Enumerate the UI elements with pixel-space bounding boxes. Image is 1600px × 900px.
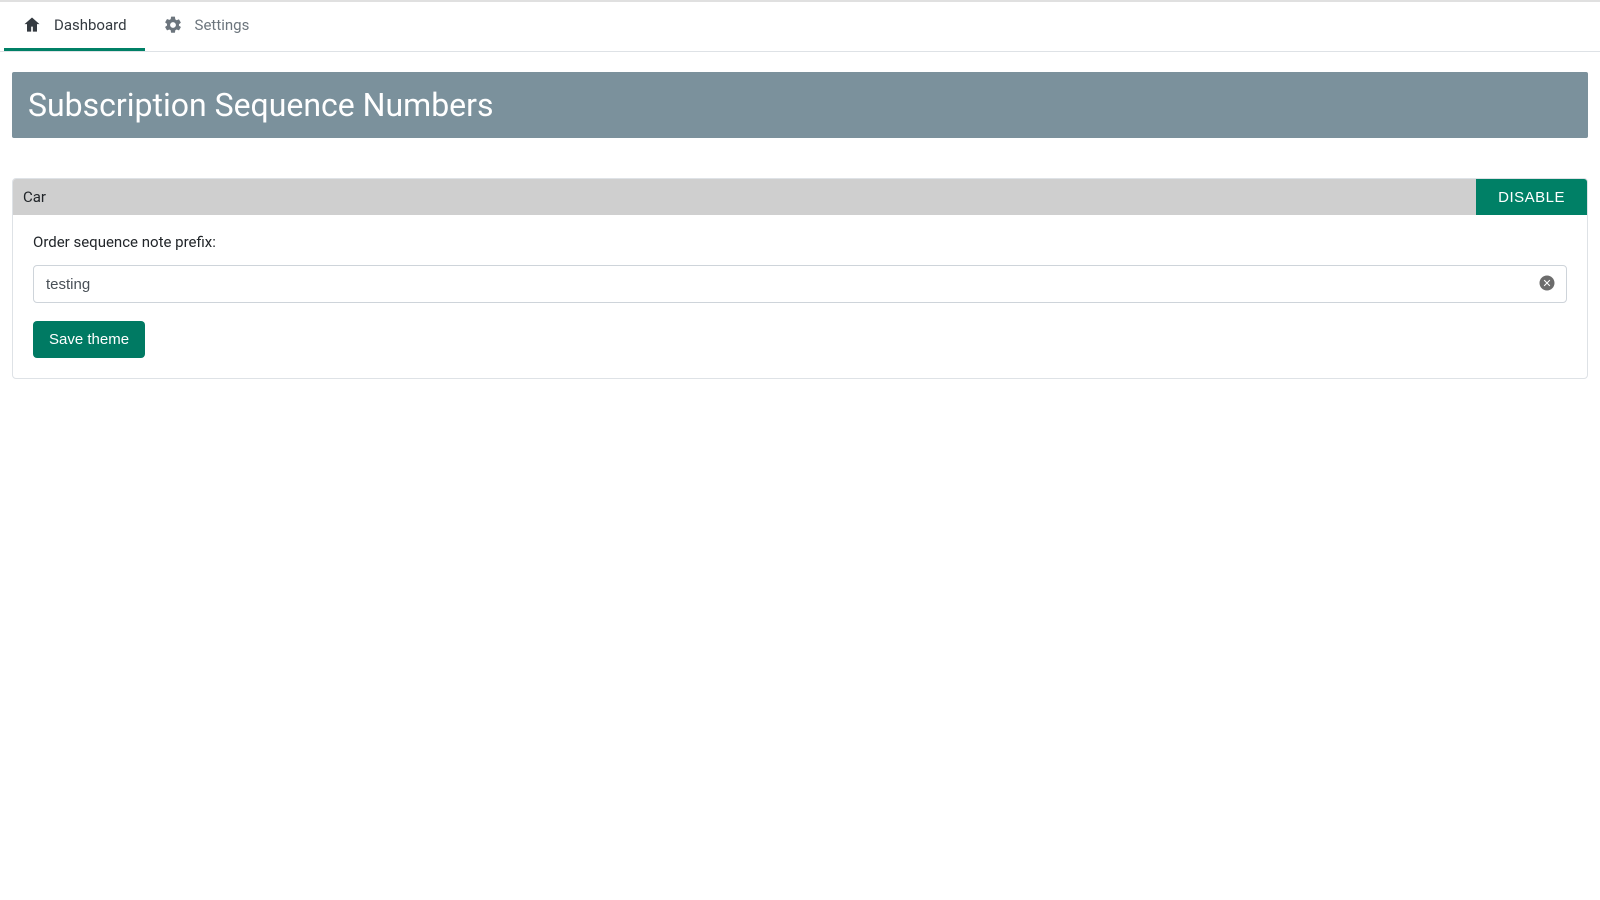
tab-settings-label: Settings (195, 16, 250, 34)
tab-dashboard-label: Dashboard (54, 16, 127, 34)
tab-dashboard[interactable]: Dashboard (4, 2, 145, 51)
home-icon (22, 15, 42, 35)
disable-button[interactable]: DISABLE (1476, 179, 1587, 215)
card-body: Order sequence note prefix: Save theme (13, 215, 1587, 378)
page-body: Subscription Sequence Numbers Car DISABL… (0, 52, 1600, 391)
gear-icon (163, 15, 183, 35)
cancel-circle-icon (1538, 274, 1556, 295)
prefix-input[interactable] (33, 265, 1567, 303)
clear-input-button[interactable] (1535, 272, 1559, 296)
sequence-card: Car DISABLE Order sequence note prefix: … (12, 178, 1588, 379)
page-title-text: Subscription Sequence Numbers (28, 86, 494, 124)
prefix-field-label: Order sequence note prefix: (33, 233, 1567, 251)
prefix-input-wrap (33, 265, 1567, 303)
tab-settings[interactable]: Settings (145, 2, 268, 51)
page-title: Subscription Sequence Numbers (12, 72, 1588, 138)
card-header-title: Car (13, 179, 1476, 215)
tab-bar: Dashboard Settings (0, 2, 1600, 52)
save-theme-button[interactable]: Save theme (33, 321, 145, 358)
card-header: Car DISABLE (13, 179, 1587, 215)
